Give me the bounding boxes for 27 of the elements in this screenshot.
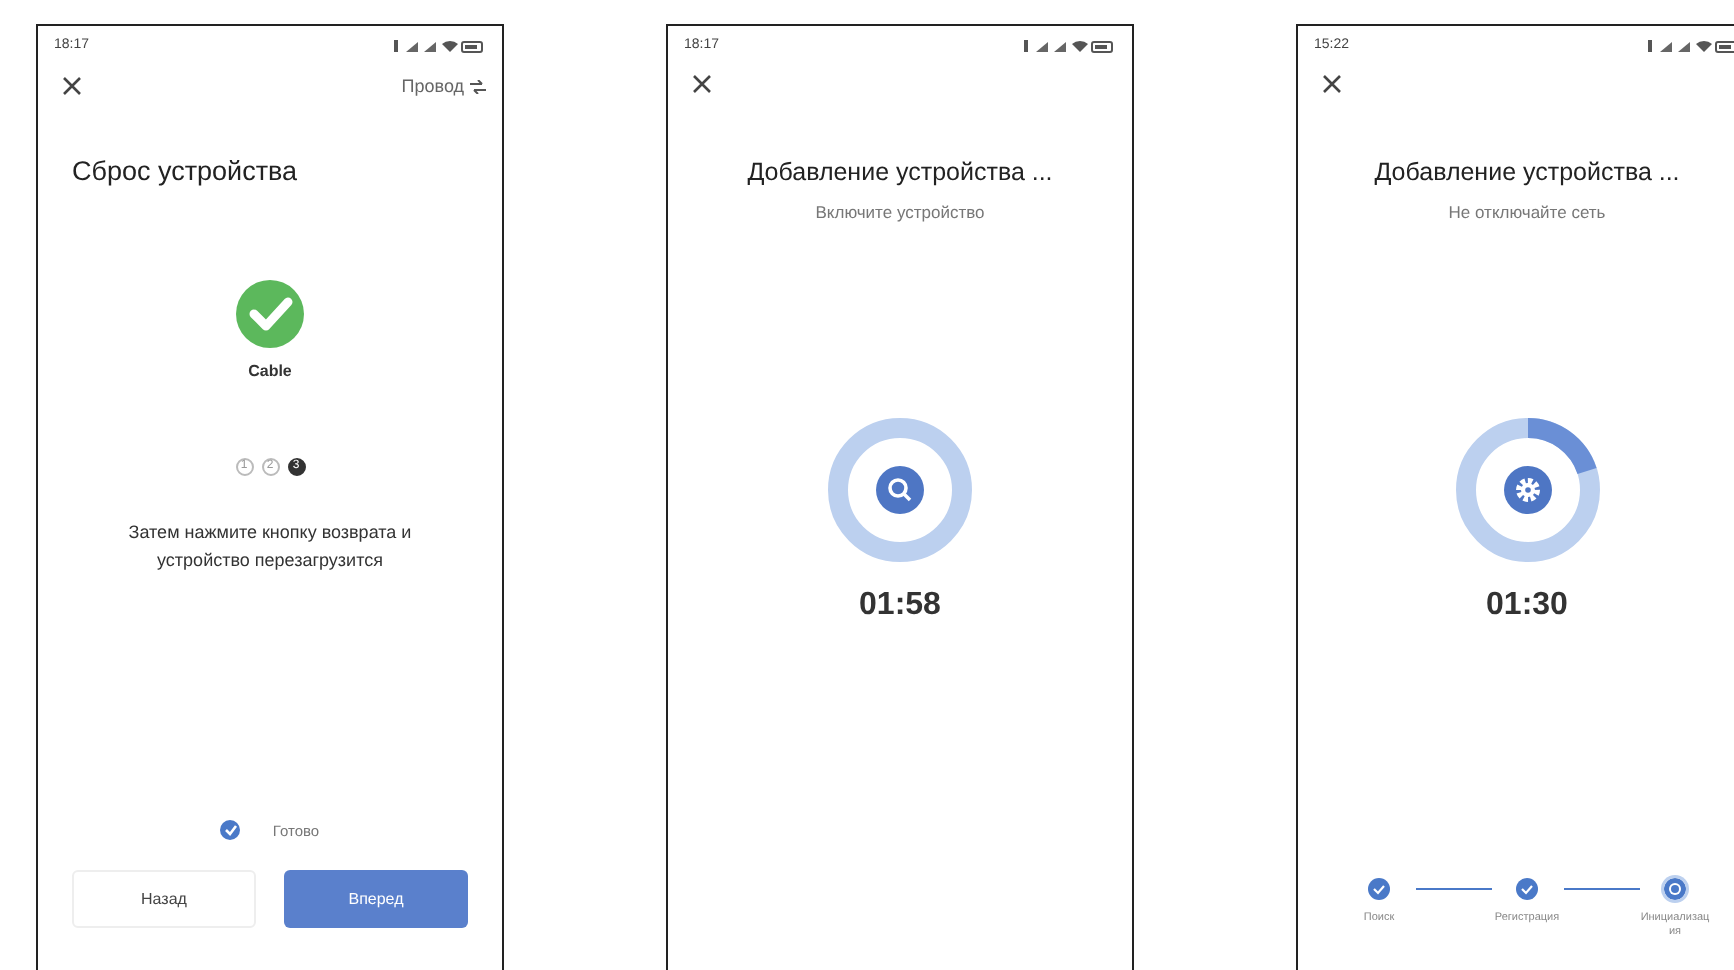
back-button[interactable]: Назад	[72, 870, 256, 928]
check-icon	[223, 824, 238, 837]
screen-title: Добавление устройства ...	[747, 155, 1053, 190]
status-icons	[394, 38, 486, 55]
device-label: Cable	[248, 360, 292, 385]
close-icon	[1322, 73, 1342, 93]
search-icon	[876, 466, 924, 514]
screen-title: Сброс устройства	[72, 154, 298, 190]
checkbox[interactable]	[220, 820, 241, 841]
status-icons	[1024, 38, 1116, 55]
next-button[interactable]: Вперед	[284, 870, 468, 928]
gear-icon	[1503, 466, 1551, 514]
countdown-timer: 01:58	[859, 586, 941, 626]
wire-link[interactable]: Провод	[401, 73, 486, 100]
close-icon	[692, 73, 712, 93]
countdown-timer: 01:30	[1486, 586, 1568, 626]
close-button[interactable]	[62, 76, 82, 97]
close-button[interactable]	[692, 73, 712, 93]
status-icons	[1648, 38, 1734, 55]
check-circle-icon	[236, 280, 304, 349]
swap-icon	[470, 79, 486, 94]
instruction-text: Затем нажмите кнопку возврата и устройство перезагрузится	[126, 520, 414, 574]
subtitle: Включите устройство	[815, 200, 985, 226]
close-icon	[62, 76, 82, 97]
screen-title: Добавление устройства ...	[1374, 155, 1680, 190]
subtitle: Не отключайте сеть	[1448, 200, 1606, 226]
close-button[interactable]	[1322, 73, 1342, 93]
